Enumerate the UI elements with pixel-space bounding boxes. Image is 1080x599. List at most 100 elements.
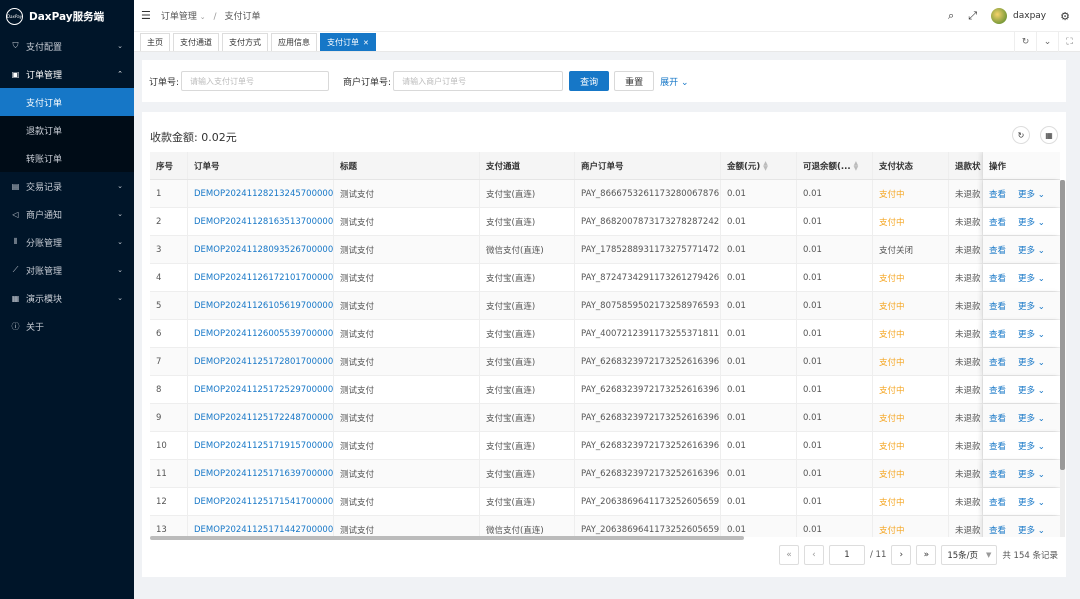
- close-icon[interactable]: ✕: [363, 39, 369, 47]
- prev-page-button[interactable]: ‹: [803, 545, 824, 565]
- sidebar-item-trade-records[interactable]: ▤ 交易记录 ⌄: [0, 172, 134, 200]
- order-no-link[interactable]: DEMOP20241126172101700000...: [188, 264, 334, 291]
- first-page-button[interactable]: «: [778, 545, 799, 565]
- order-no-link[interactable]: DEMOP20241125171442700000...: [188, 516, 334, 537]
- user-menu[interactable]: daxpay: [991, 8, 1046, 24]
- order-no-link[interactable]: DEMOP20241126105619700000...: [188, 292, 334, 319]
- refund-status-cell: 未退款: [949, 208, 983, 235]
- view-link[interactable]: 查看: [989, 328, 1006, 340]
- expand-button[interactable]: 展开 ⌄: [660, 75, 688, 88]
- sidebar-item-transfer-order[interactable]: 转账订单: [0, 144, 134, 172]
- actions-cell: 查看 更多 ⌄: [983, 404, 1060, 431]
- sidebar-item-pay-order[interactable]: 支付订单: [0, 88, 134, 116]
- tab-pay-method[interactable]: 支付方式: [222, 33, 268, 51]
- order-no-link[interactable]: DEMOP20241125172529700000...: [188, 376, 334, 403]
- merchant-order-no-input[interactable]: 请输入商户订单号: [393, 71, 564, 91]
- sidebar-item-split-management[interactable]: ⦀ 分账管理 ⌄: [0, 228, 134, 256]
- order-no-input[interactable]: 请输入支付订单号: [181, 71, 330, 91]
- more-dropdown[interactable]: 更多 ⌄: [1018, 300, 1045, 312]
- table-row: 1 DEMOP20241128213245700000... 测试支付 支付宝(直连)…: [150, 180, 1060, 208]
- sort-icon[interactable]: ▲ ▼: [763, 160, 768, 171]
- chevron-down-icon[interactable]: ⌄: [1036, 32, 1058, 52]
- page-size-select[interactable]: 15条/页 ▼: [941, 545, 998, 565]
- tab-app-info[interactable]: 应用信息: [271, 33, 317, 51]
- more-dropdown[interactable]: 更多 ⌄: [1018, 524, 1045, 536]
- expand-icon[interactable]: ⛶: [1058, 32, 1080, 52]
- header-actions: ⌕ ⤢ daxpay ⚙: [948, 0, 1080, 32]
- more-dropdown[interactable]: 更多 ⌄: [1018, 356, 1045, 368]
- sidebar-item-refund-order[interactable]: 退款订单: [0, 116, 134, 144]
- view-link[interactable]: 查看: [989, 468, 1006, 480]
- menu-toggle-icon[interactable]: ☰: [141, 9, 151, 22]
- view-link[interactable]: 查看: [989, 272, 1006, 284]
- more-dropdown[interactable]: 更多 ⌄: [1018, 244, 1045, 256]
- view-link[interactable]: 查看: [989, 496, 1006, 508]
- view-link[interactable]: 查看: [989, 216, 1006, 228]
- order-no-link[interactable]: DEMOP20241125172801700000...: [188, 348, 334, 375]
- more-dropdown[interactable]: 更多 ⌄: [1018, 328, 1045, 340]
- next-page-button[interactable]: ›: [891, 545, 912, 565]
- chevron-down-icon: ⌄: [117, 238, 123, 246]
- query-button[interactable]: 查询: [569, 71, 610, 91]
- more-dropdown[interactable]: 更多 ⌄: [1018, 440, 1045, 452]
- order-no-link[interactable]: DEMOP20241125171915700000...: [188, 432, 334, 459]
- order-no-link[interactable]: DEMOP20241128213245700000...: [188, 180, 334, 207]
- breadcrumb-item[interactable]: 订单管理: [161, 12, 197, 22]
- more-dropdown[interactable]: 更多 ⌄: [1018, 272, 1045, 284]
- fullscreen-icon[interactable]: ⤢: [968, 9, 977, 23]
- order-no-link[interactable]: DEMOP20241128163513700000...: [188, 208, 334, 235]
- order-no-link[interactable]: DEMOP20241125171639700000...: [188, 460, 334, 487]
- title-cell: 测试支付: [334, 348, 480, 375]
- col-header-refundable[interactable]: 可退余额(... ▲ ▼: [797, 152, 873, 179]
- sidebar-item-reconcile-management[interactable]: ⟋ 对账管理 ⌄: [0, 256, 134, 284]
- actions-cell: 查看 更多 ⌄: [983, 236, 1060, 263]
- title-cell: 测试支付: [334, 264, 480, 291]
- tab-pay-order[interactable]: 支付订单 ✕: [320, 33, 376, 51]
- view-link[interactable]: 查看: [989, 188, 1006, 200]
- search-icon[interactable]: ⌕: [948, 9, 954, 23]
- gear-icon[interactable]: ⚙: [1060, 10, 1070, 23]
- sidebar-item-about[interactable]: ⓘ 关于: [0, 312, 134, 340]
- more-dropdown[interactable]: 更多 ⌄: [1018, 496, 1045, 508]
- page-input[interactable]: 1: [828, 545, 865, 565]
- order-no-link[interactable]: DEMOP20241125171541700000...: [188, 488, 334, 515]
- order-no-link[interactable]: DEMOP20241126005539700000...: [188, 320, 334, 347]
- sort-icon[interactable]: ▲ ▼: [854, 160, 859, 171]
- view-link[interactable]: 查看: [989, 300, 1006, 312]
- more-dropdown[interactable]: 更多 ⌄: [1018, 384, 1045, 396]
- view-link[interactable]: 查看: [989, 356, 1006, 368]
- column-settings-icon[interactable]: ▦: [1040, 126, 1058, 144]
- more-dropdown[interactable]: 更多 ⌄: [1018, 216, 1045, 228]
- order-no-link[interactable]: DEMOP20241128093526700000...: [188, 236, 334, 263]
- order-no-link[interactable]: DEMOP20241125172248700000...: [188, 404, 334, 431]
- reset-button[interactable]: 重置: [614, 71, 655, 91]
- refresh-icon[interactable]: ↻: [1014, 32, 1036, 52]
- col-header-amount[interactable]: 金额(元) ▲ ▼: [721, 152, 797, 179]
- view-link[interactable]: 查看: [989, 524, 1006, 536]
- refresh-icon[interactable]: ↻: [1012, 126, 1030, 144]
- username: daxpay: [1013, 11, 1047, 21]
- more-dropdown[interactable]: 更多 ⌄: [1018, 468, 1045, 480]
- view-link[interactable]: 查看: [989, 412, 1006, 424]
- sidebar-item-order-management[interactable]: ▣ 订单管理 ⌃: [0, 60, 134, 88]
- megaphone-icon: ◁: [12, 209, 19, 219]
- view-link[interactable]: 查看: [989, 244, 1006, 256]
- tab-home[interactable]: 主页: [140, 33, 170, 51]
- vertical-scrollbar[interactable]: [1060, 180, 1065, 537]
- sidebar-item-merchant-notify[interactable]: ◁ 商户通知 ⌄: [0, 200, 134, 228]
- last-page-button[interactable]: »: [916, 545, 937, 565]
- actions-cell: 查看 更多 ⌄: [983, 432, 1060, 459]
- more-dropdown[interactable]: 更多 ⌄: [1018, 188, 1045, 200]
- more-dropdown[interactable]: 更多 ⌄: [1018, 412, 1045, 424]
- horizontal-scrollbar[interactable]: [150, 536, 744, 540]
- scrollbar-thumb[interactable]: [1060, 180, 1065, 470]
- tab-pay-channel[interactable]: 支付通道: [173, 33, 219, 51]
- breadcrumb-separator: /: [213, 12, 217, 22]
- sidebar-item-demo-module[interactable]: ▦ 演示模块 ⌄: [0, 284, 134, 312]
- sidebar-item-pay-config[interactable]: ⛉ 支付配置 ⌄: [0, 32, 134, 60]
- status-badge: 支付中: [873, 404, 949, 431]
- channel-cell: 支付宝(直连): [480, 460, 575, 487]
- logo[interactable]: DaxPay DaxPay服务端: [0, 0, 134, 32]
- view-link[interactable]: 查看: [989, 384, 1006, 396]
- view-link[interactable]: 查看: [989, 440, 1006, 452]
